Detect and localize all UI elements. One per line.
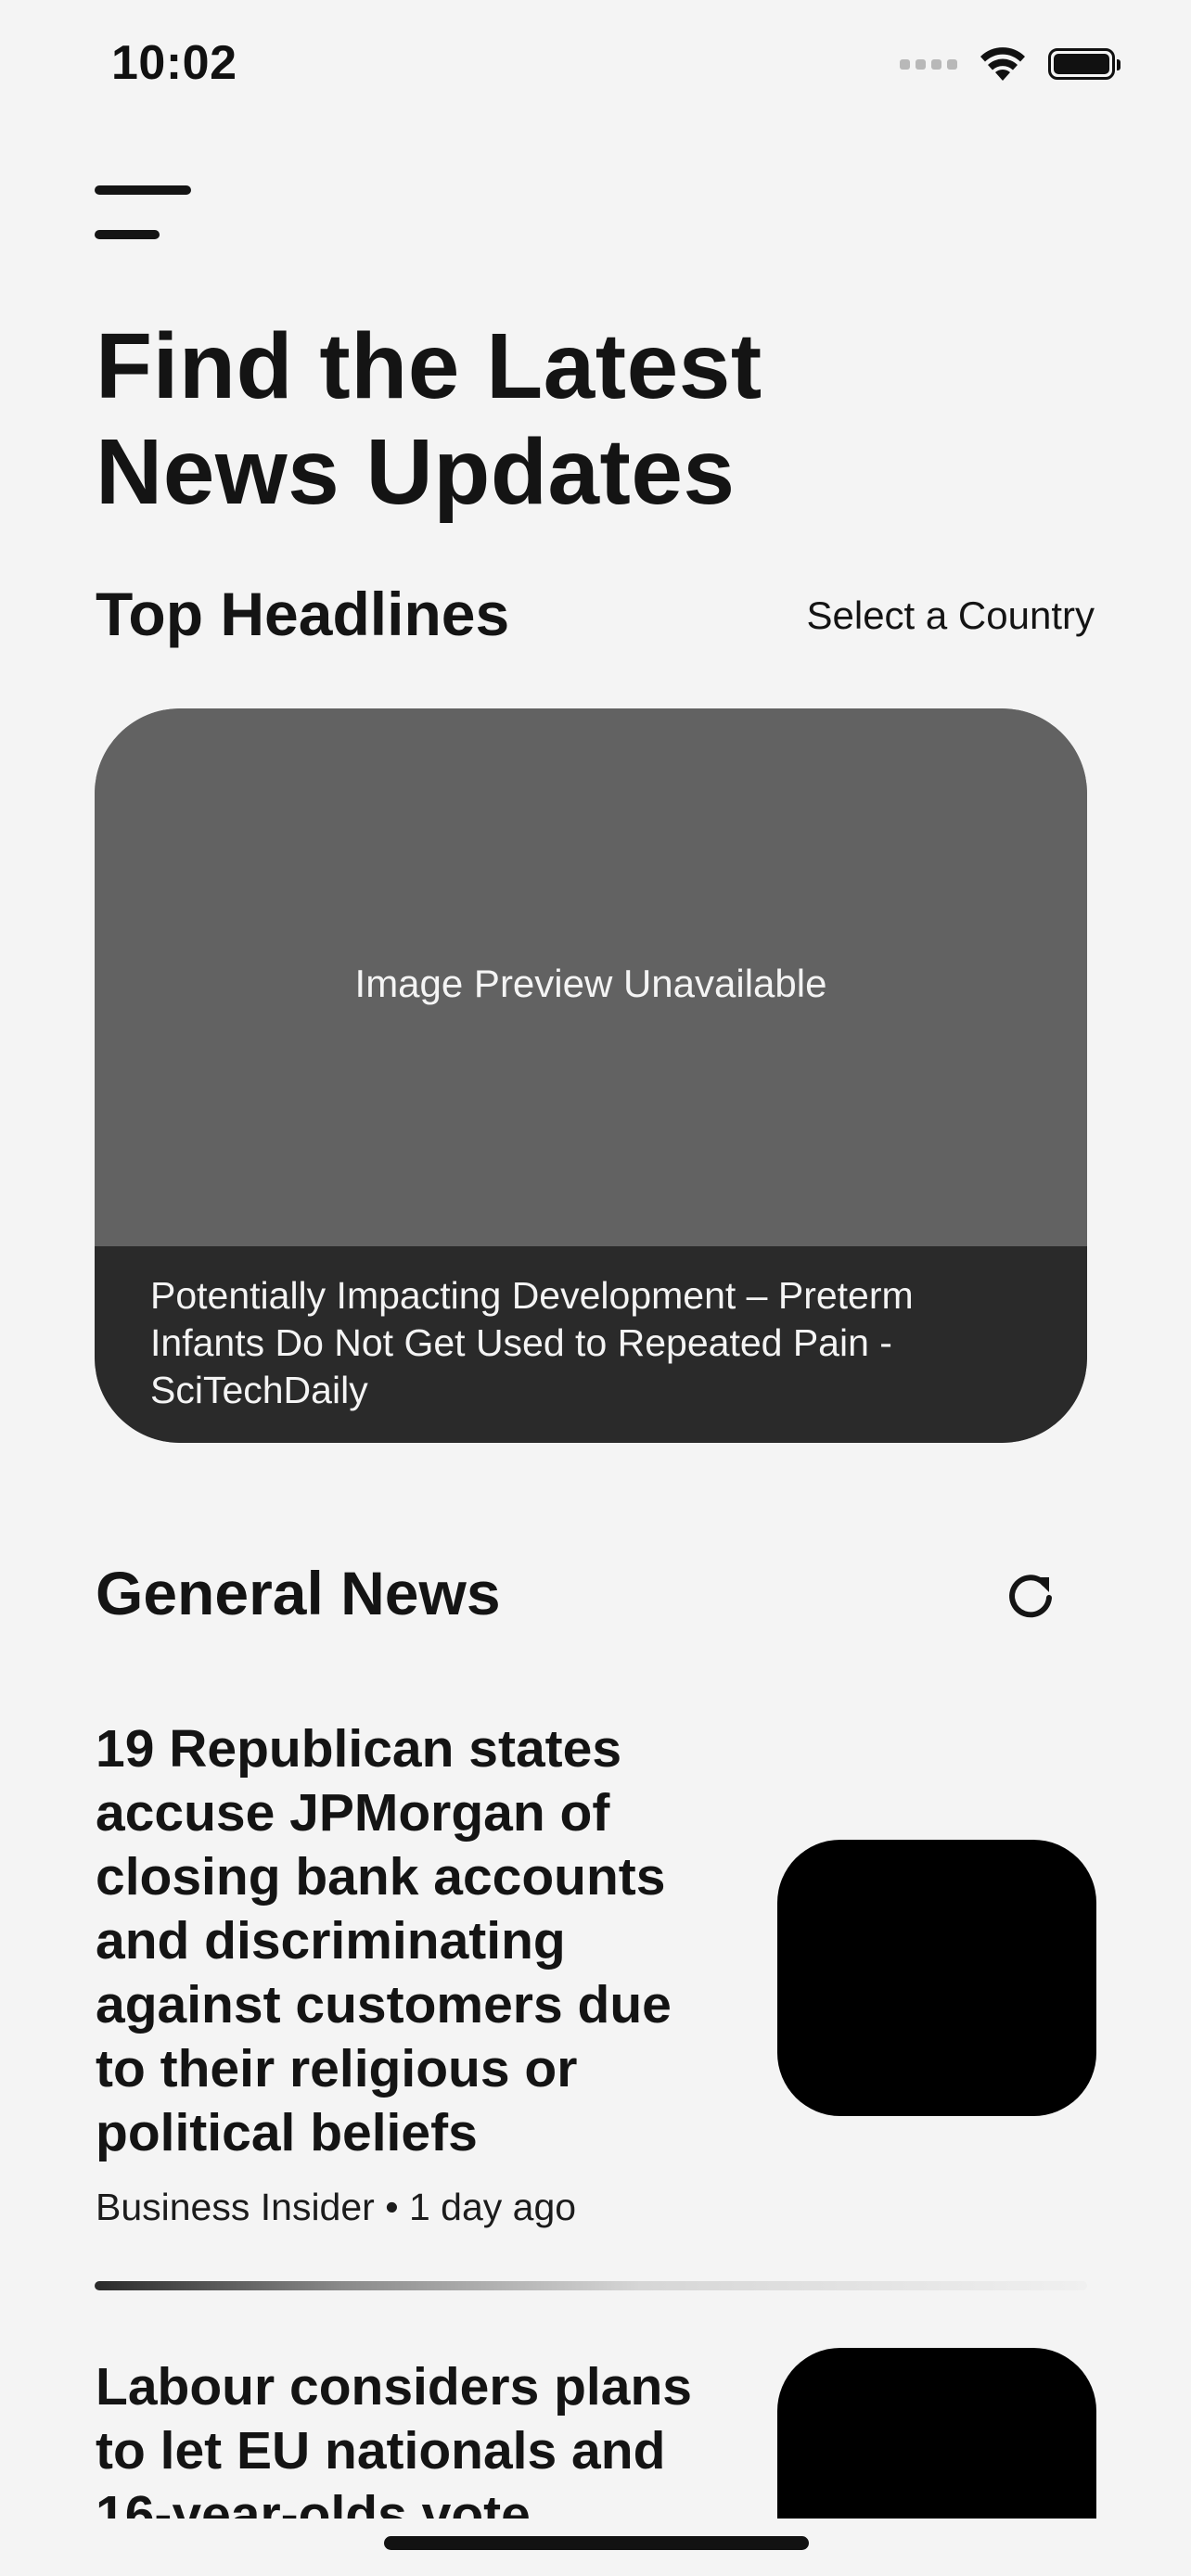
news-item-source: Business Insider	[96, 2186, 375, 2228]
meta-separator-dot: •	[385, 2186, 409, 2228]
news-item-time: 1 day ago	[408, 2186, 577, 2228]
page-title: Find the Latest News Updates	[96, 314, 762, 524]
cellular-signal-icon	[900, 58, 957, 70]
news-divider	[95, 2281, 1087, 2290]
select-country-button[interactable]: Select a Country	[807, 593, 1095, 638]
headline-caption: Potentially Impacting Development – Pret…	[95, 1246, 1087, 1443]
news-item-title: 19 Republican states accuse JPMorgan of …	[96, 1719, 672, 2162]
top-headline-card[interactable]: Image Preview Unavailable Potentially Im…	[95, 708, 1087, 1443]
status-time: 10:02	[111, 36, 237, 90]
menu-line-bottom	[95, 230, 160, 239]
news-app-screen: 10:02 Find the Latest News Updates Top H…	[0, 0, 1191, 2576]
general-news-title: General News	[96, 1559, 501, 1627]
headline-image-placeholder: Image Preview Unavailable	[95, 708, 1087, 1246]
news-item-thumbnail[interactable]	[777, 1840, 1096, 2116]
wifi-icon	[980, 47, 1025, 81]
refresh-icon	[1009, 1575, 1052, 1618]
top-headlines-title: Top Headlines	[96, 580, 510, 648]
menu-line-top	[95, 185, 191, 195]
home-indicator[interactable]	[384, 2536, 809, 2550]
status-icons	[900, 46, 1121, 82]
refresh-button[interactable]	[1004, 1569, 1057, 1623]
image-unavailable-text: Image Preview Unavailable	[354, 962, 827, 1005]
battery-icon	[1048, 48, 1121, 80]
news-item-meta: Business Insider • 1 day ago	[96, 2186, 1097, 2229]
hamburger-menu-button[interactable]	[93, 182, 195, 247]
